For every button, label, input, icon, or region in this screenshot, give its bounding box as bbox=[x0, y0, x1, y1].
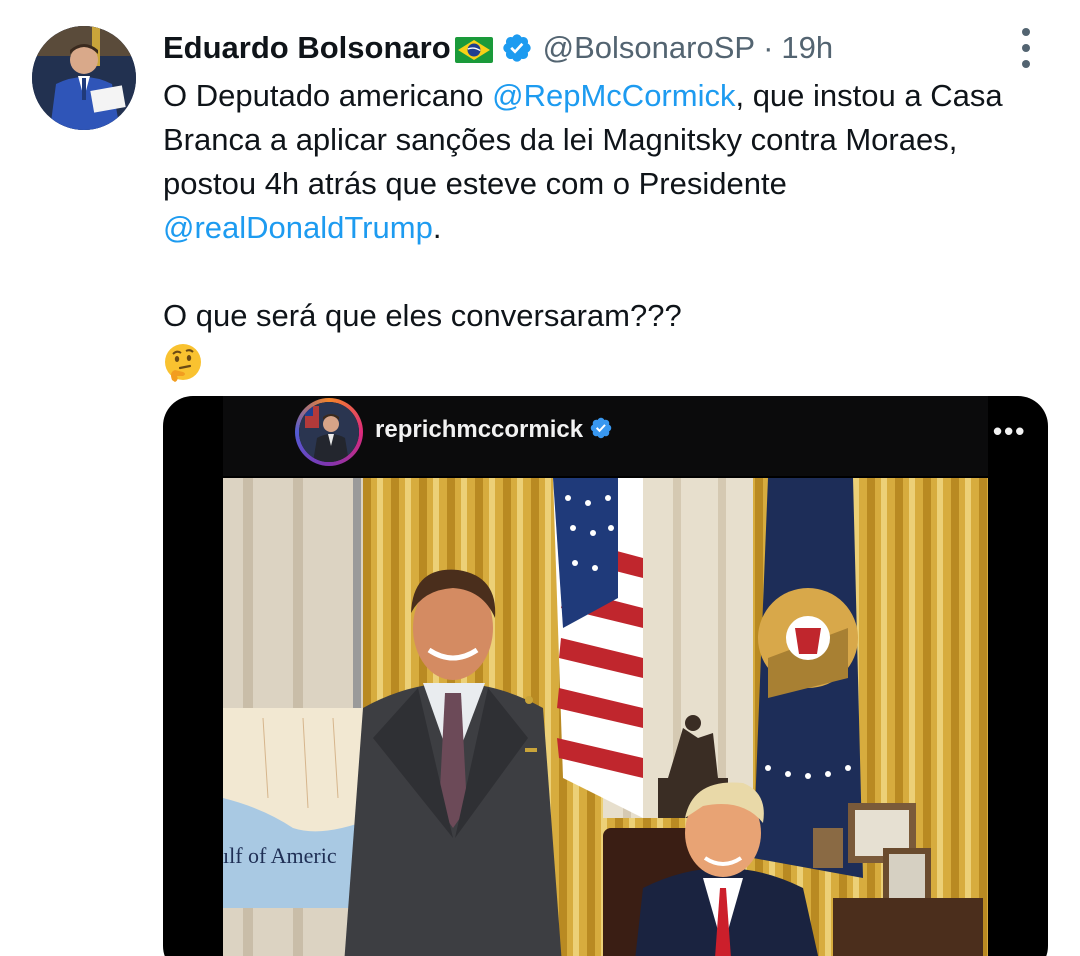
oval-office-photo: ılf of Americ bbox=[223, 478, 988, 956]
instagram-username-text: reprichmccormick bbox=[375, 416, 584, 443]
more-options-icon[interactable] bbox=[1012, 28, 1040, 68]
tweet-timestamp[interactable]: 19h bbox=[781, 30, 833, 66]
map-label: ılf of Americ bbox=[223, 843, 337, 868]
tweet-text-segment: . bbox=[432, 210, 442, 245]
presidential-flag bbox=[753, 478, 863, 878]
tweet-paragraph-2: O que será que eles conversaram??? bbox=[163, 298, 682, 333]
mention-repmccormick[interactable]: @RepMcCormick bbox=[492, 78, 735, 113]
us-flag bbox=[553, 478, 643, 818]
instagram-avatar bbox=[295, 398, 363, 466]
instagram-username: reprichmccormick bbox=[375, 416, 613, 444]
tweet-text-segment: O Deputado americano bbox=[163, 78, 493, 113]
tweet[interactable]: Eduardo Bolsonaro @BolsonaroSP · 19h O D… bbox=[0, 0, 1080, 956]
author-handle[interactable]: @BolsonaroSP bbox=[543, 30, 755, 66]
instagram-more-icon: ••• bbox=[993, 416, 1027, 446]
author-name[interactable]: Eduardo Bolsonaro bbox=[163, 30, 451, 66]
brazil-flag-icon bbox=[454, 35, 493, 63]
tweet-media-image[interactable]: reprichmccormick ••• ılf of Americ bbox=[163, 396, 1048, 956]
tweet-header: Eduardo Bolsonaro @BolsonaroSP · 19h bbox=[163, 26, 833, 70]
mention-realdonaldtrump[interactable]: @realDonaldTrump bbox=[163, 210, 433, 245]
instagram-post-header: reprichmccormick ••• bbox=[223, 396, 1024, 476]
tweet-text: O Deputado americano @RepMcCormick, que … bbox=[163, 74, 1043, 386]
separator-dot: · bbox=[763, 30, 774, 65]
author-avatar[interactable] bbox=[32, 26, 136, 130]
verified-badge-icon[interactable] bbox=[501, 32, 533, 64]
thinking-face-emoji-icon bbox=[163, 342, 203, 382]
tweet-paragraph-1: O Deputado americano @RepMcCormick, que … bbox=[163, 74, 1043, 250]
instagram-verified-icon bbox=[589, 416, 613, 440]
